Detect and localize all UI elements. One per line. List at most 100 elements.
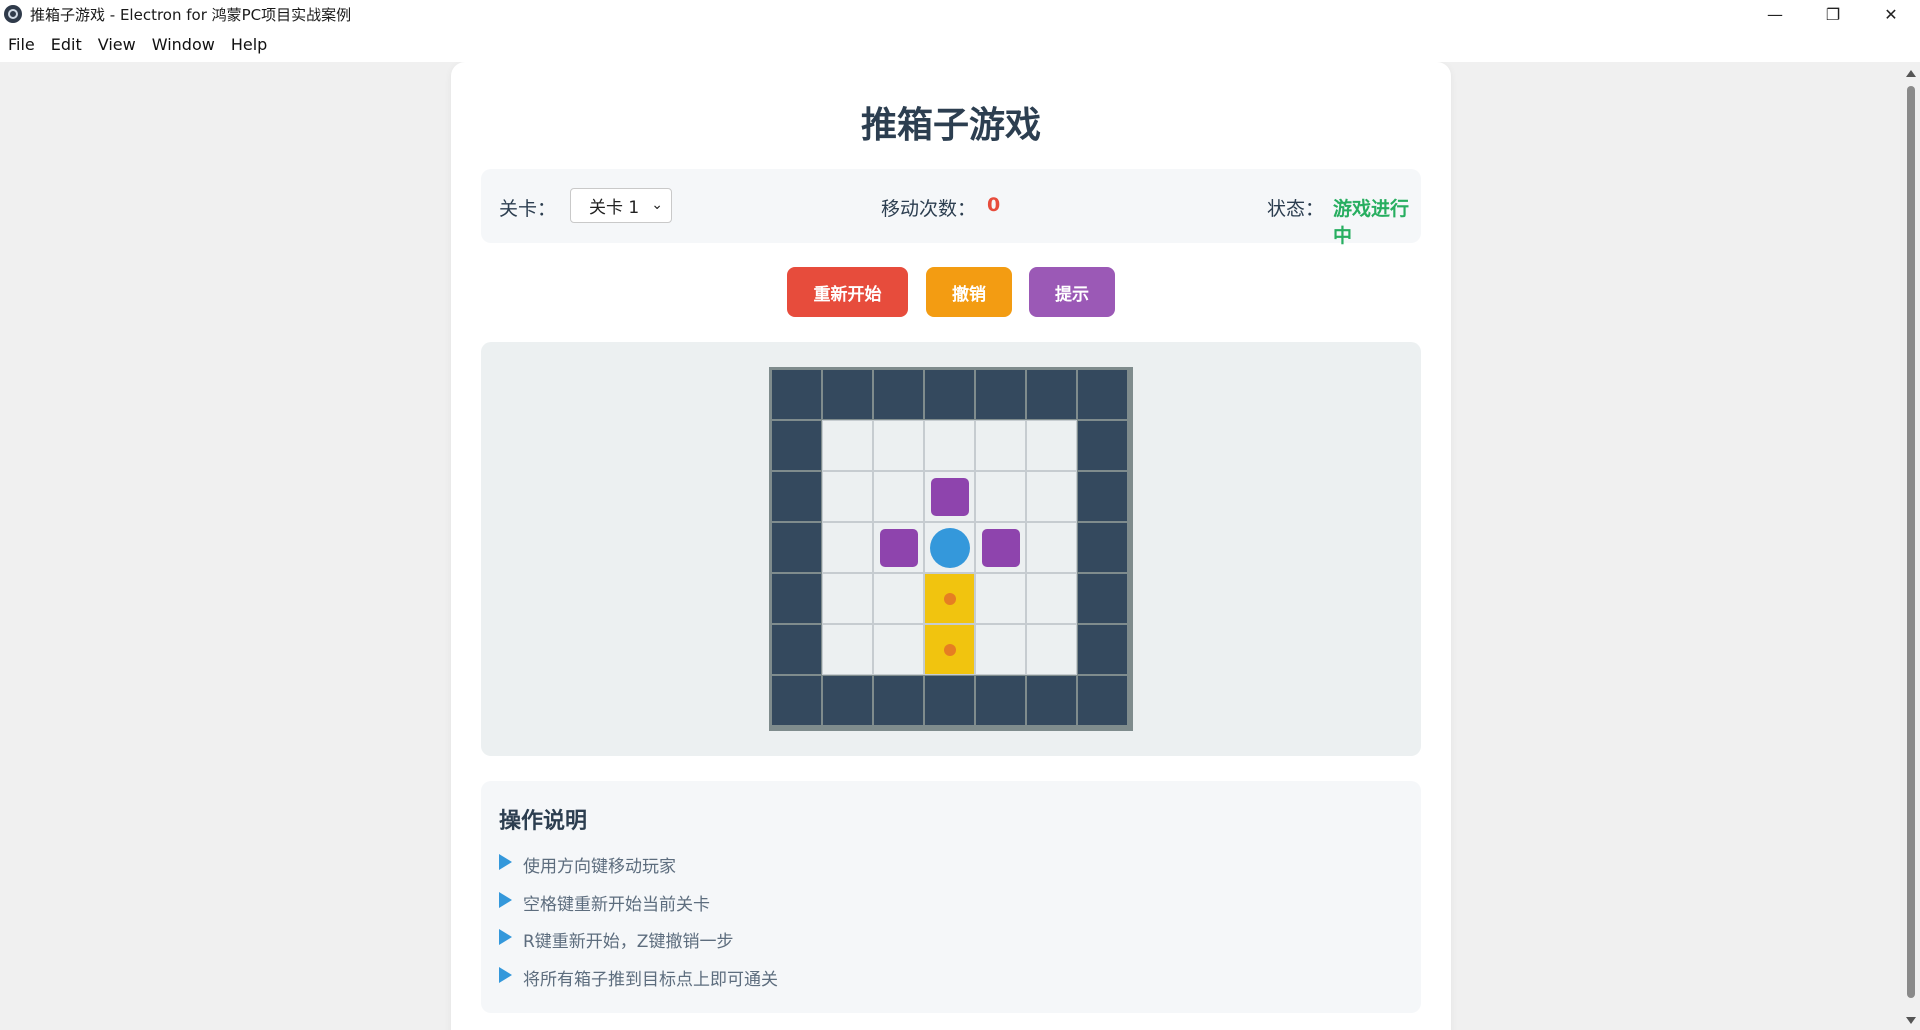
board-cell-floor: [873, 471, 924, 522]
info-bar: 关卡： 关卡 1 ⌄ 移动次数： 0 状态： 游戏进行中: [481, 169, 1421, 247]
board-cell-wall: [1077, 471, 1128, 522]
window-controls: — ❐ ✕: [1746, 0, 1920, 28]
player-icon: [930, 528, 970, 568]
board-cell-floor: [1026, 522, 1077, 573]
board-cell-floor: [1026, 471, 1077, 522]
title-bar: 推箱子游戏 - Electron for 鸿蒙PC项目实战案例 — ❐ ✕: [0, 0, 1920, 28]
scrollbar-thumb[interactable]: [1907, 86, 1915, 998]
menu-bar: File Edit View Window Help: [0, 28, 1920, 62]
scroll-down-icon[interactable]: [1906, 1017, 1916, 1024]
board-cell-wall: [975, 369, 1026, 420]
board-cell-wall: [924, 369, 975, 420]
board-cell-floor: [975, 471, 1026, 522]
board-cell-wall: [1077, 369, 1128, 420]
board-cell-wall: [873, 675, 924, 726]
board-cell-target: [924, 624, 975, 675]
board-cell-wall: [822, 369, 873, 420]
moves-label: 移动次数：: [881, 198, 977, 220]
board-cell-wall: [924, 675, 975, 726]
vertical-scrollbar[interactable]: [1902, 62, 1920, 1030]
board-cell-wall: [1026, 675, 1077, 726]
game-board[interactable]: [769, 367, 1133, 731]
board-cell-floor: [975, 420, 1026, 471]
restore-icon[interactable]: ❐: [1804, 0, 1862, 28]
undo-button[interactable]: 撤销: [926, 267, 1012, 317]
board-cell-wall: [771, 522, 822, 573]
board-cell-floor: [1026, 573, 1077, 624]
board-cell-wall: [1077, 624, 1128, 675]
board-area: [481, 342, 1421, 756]
play-arrow-icon: [499, 966, 512, 983]
board-cell-wall: [771, 420, 822, 471]
menu-window[interactable]: Window: [144, 28, 223, 62]
board-cell-floor: [822, 420, 873, 471]
board-cell-floor: [822, 471, 873, 522]
list-item: 将所有箱子推到目标点上即可通关: [499, 965, 778, 1003]
page-title: 推箱子游戏: [860, 105, 1041, 146]
game-card: 推箱子游戏 关卡： 关卡 1 ⌄ 移动次数： 0 状态： 游戏进行中 重新开始 …: [451, 62, 1451, 1030]
board-cell-wall: [771, 369, 822, 420]
board-cell-wall: [771, 471, 822, 522]
list-item: R键重新开始，Z键撤销一步: [499, 927, 778, 965]
list-item: 空格键重新开始当前关卡: [499, 890, 778, 928]
hint-button[interactable]: 提示: [1029, 267, 1115, 317]
status-label: 状态：: [1267, 198, 1325, 220]
play-arrow-icon: [499, 854, 512, 870]
target-dot-icon: [944, 593, 956, 605]
board-cell-floor: [1026, 420, 1077, 471]
restart-button[interactable]: 重新开始: [787, 267, 908, 317]
board-cell-wall: [873, 369, 924, 420]
instruction-text: 将所有箱子推到目标点上即可通关: [523, 969, 778, 990]
board-cell-floor: [822, 573, 873, 624]
menu-edit[interactable]: Edit: [43, 28, 90, 62]
instruction-text: 使用方向键移动玩家: [523, 857, 676, 877]
box-icon: [982, 529, 1020, 567]
board-cell-target: [924, 573, 975, 624]
board-cell-wall: [771, 675, 822, 726]
minimize-icon[interactable]: —: [1746, 0, 1804, 28]
box-icon: [931, 478, 969, 516]
level-label: 关卡：: [499, 198, 557, 220]
play-arrow-icon: [499, 929, 512, 945]
list-item: 使用方向键移动玩家: [499, 852, 778, 890]
board-cell-wall: [822, 675, 873, 726]
status-value: 游戏进行中: [1333, 198, 1410, 247]
instructions-list: 使用方向键移动玩家 空格键重新开始当前关卡 R键重新开始，Z键撤销一步 将所有箱…: [499, 852, 778, 1002]
level-select-value: 关卡 1: [589, 198, 640, 218]
board-cell-floor: [1026, 624, 1077, 675]
close-icon[interactable]: ✕: [1862, 0, 1920, 28]
app-icon: [4, 5, 22, 23]
menu-file[interactable]: File: [0, 28, 43, 62]
board-cell-player: [924, 522, 975, 573]
play-arrow-icon: [499, 891, 512, 908]
instructions-title: 操作说明: [499, 809, 588, 834]
level-select[interactable]: 关卡 1 ⌄: [570, 188, 672, 223]
instruction-text: 空格键重新开始当前关卡: [523, 894, 710, 915]
board-cell-wall: [1077, 675, 1128, 726]
board-cell-floor: [975, 573, 1026, 624]
instruction-text: R键重新开始，Z键撤销一步: [523, 932, 734, 952]
target-dot-icon: [944, 644, 956, 656]
board-cell-floor: [873, 573, 924, 624]
board-cell-wall: [1077, 573, 1128, 624]
board-cell-wall: [1077, 420, 1128, 471]
board-cell-floor: [873, 420, 924, 471]
board-cell-wall: [975, 675, 1026, 726]
menu-help[interactable]: Help: [223, 28, 275, 62]
board-cell-box: [975, 522, 1026, 573]
board-cell-wall: [1026, 369, 1077, 420]
board-cell-floor: [924, 420, 975, 471]
menu-view[interactable]: View: [90, 28, 144, 62]
window-title: 推箱子游戏 - Electron for 鸿蒙PC项目实战案例: [30, 5, 352, 24]
board-cell-box: [873, 522, 924, 573]
scroll-up-icon[interactable]: [1906, 70, 1916, 77]
board-cell-box: [924, 471, 975, 522]
board-cell-wall: [771, 624, 822, 675]
content-area: 推箱子游戏 关卡： 关卡 1 ⌄ 移动次数： 0 状态： 游戏进行中 重新开始 …: [0, 62, 1920, 1030]
moves-counter: 0: [987, 194, 1001, 216]
board-cell-wall: [1077, 522, 1128, 573]
board-cell-floor: [822, 624, 873, 675]
chevron-down-icon: ⌄: [651, 197, 663, 213]
board-cell-wall: [771, 573, 822, 624]
box-icon: [880, 529, 918, 567]
